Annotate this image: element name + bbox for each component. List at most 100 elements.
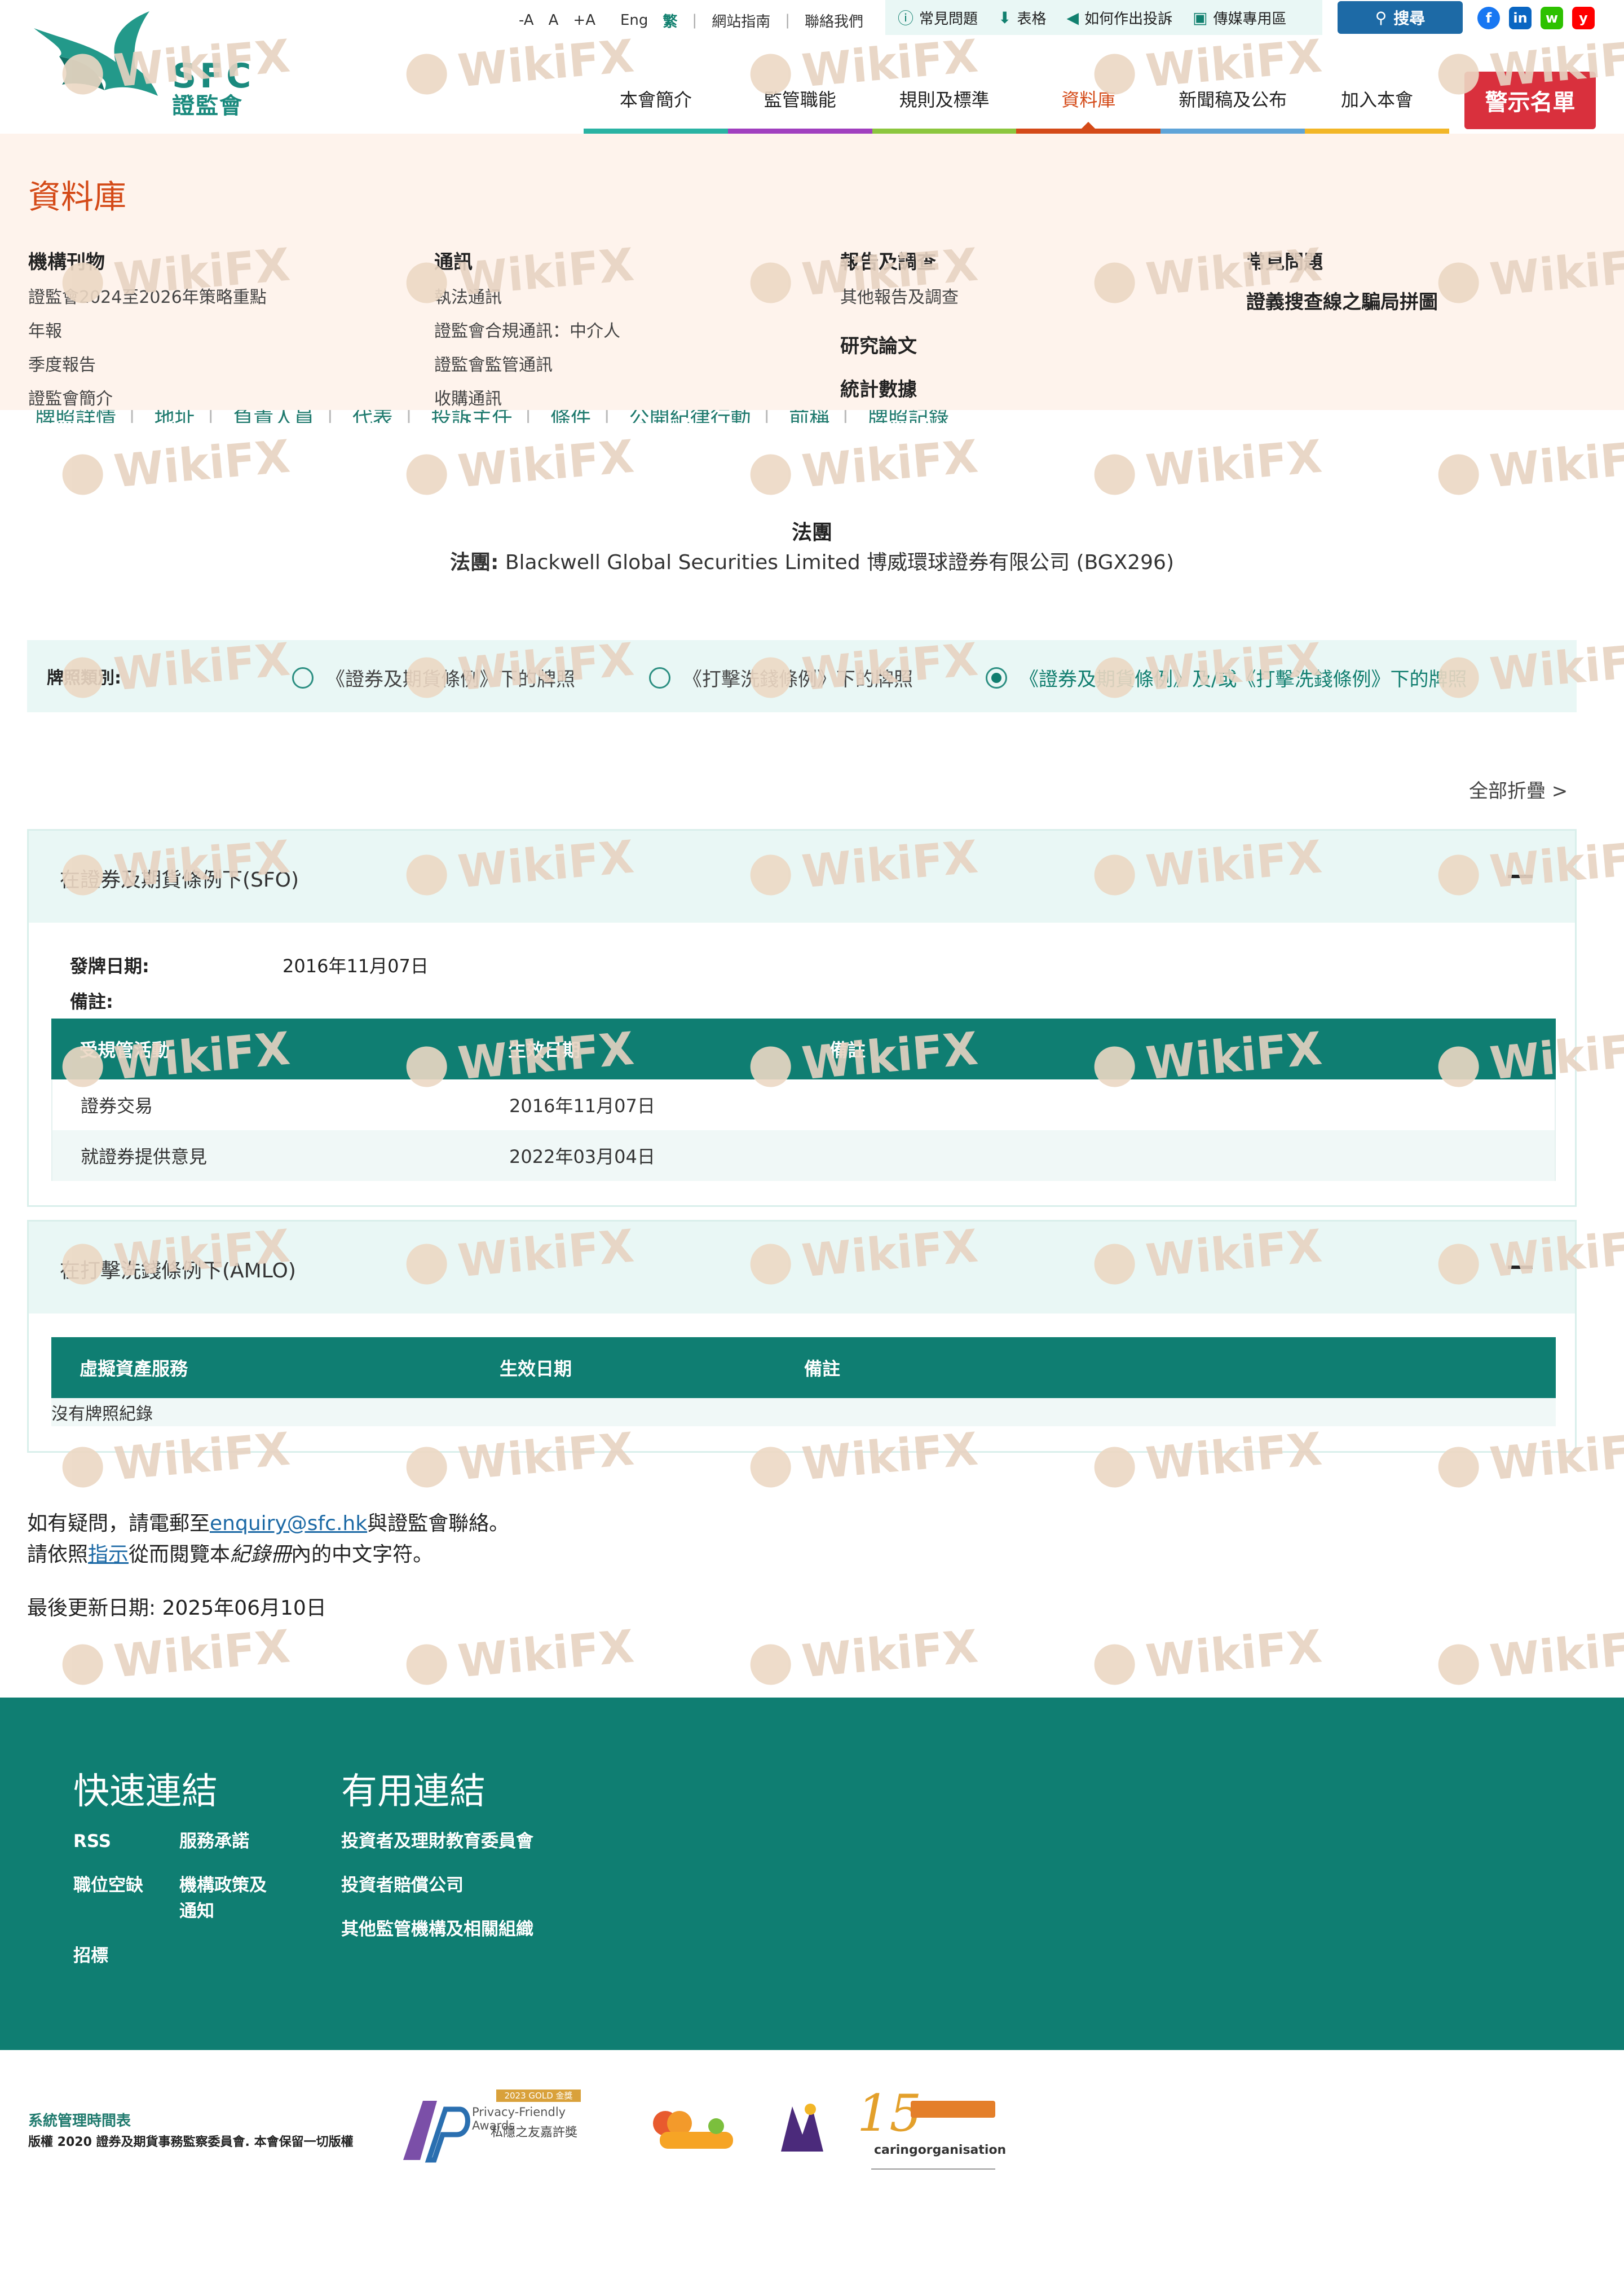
nav-about[interactable]: 本會簡介 bbox=[584, 69, 728, 134]
entity-kind: 法團 bbox=[791, 521, 832, 544]
radio-circle-icon[interactable] bbox=[649, 667, 670, 689]
megaphone-icon: ◀ bbox=[1066, 8, 1079, 27]
font-larger-button[interactable]: +A bbox=[573, 12, 595, 29]
entity-line: 法團: Blackwell Global Securities Limited … bbox=[0, 546, 1624, 575]
alert-list-button[interactable]: 警示名單 bbox=[1464, 72, 1596, 129]
collapse-icon[interactable] bbox=[1508, 875, 1533, 878]
footer-link-ifec[interactable]: 投資者及理財教育委員會 bbox=[341, 1828, 533, 1854]
caring-ribbon bbox=[911, 2101, 995, 2118]
library-link[interactable]: 證監會簡介 bbox=[28, 388, 267, 422]
amlo-section-header[interactable]: 在打擊洗錢條例下(AMLO) bbox=[29, 1222, 1575, 1313]
radio-circle-icon[interactable] bbox=[292, 667, 314, 689]
nav-bar bbox=[872, 129, 1017, 134]
library-link[interactable]: 證監會監管通訊 bbox=[434, 354, 620, 388]
radio-amlo[interactable]: 《打擊洗錢條例》下的牌照 bbox=[649, 664, 913, 691]
pcpd-zh: 私隱之友嘉許獎 bbox=[491, 2126, 578, 2140]
forms-link[interactable]: ⬇ 表格 bbox=[998, 7, 1046, 28]
library-link[interactable]: 證義搜查線之騙局拼圖 bbox=[1246, 286, 1438, 314]
nav-library[interactable]: 資料庫 bbox=[1016, 69, 1161, 134]
nav-rules[interactable]: 規則及標準 bbox=[872, 69, 1017, 134]
sfo-section-header[interactable]: 在證券及期貨條例下(SFO) bbox=[29, 831, 1575, 923]
footer-link-policies[interactable]: 機構政策及 通知 bbox=[179, 1872, 267, 1924]
wikifx-watermark: WikiFX bbox=[60, 1620, 292, 1692]
col-header: 生效日期 bbox=[500, 1358, 572, 1379]
sfc-logo[interactable]: SFC 證監會 bbox=[31, 6, 257, 119]
amlo-table: 虛擬資產服務 生效日期 備註 沒有牌照紀錄 bbox=[51, 1337, 1556, 1426]
watermark-text: WikiFX bbox=[456, 1620, 636, 1688]
footer-link-regulators[interactable]: 其他監管機構及相關組織 bbox=[341, 1916, 533, 1942]
footer-link-pledge[interactable]: 服務承諾 bbox=[179, 1828, 249, 1854]
note-text: 請依照 bbox=[27, 1543, 89, 1566]
watermark-text: WikiFX bbox=[800, 1620, 980, 1688]
library-head[interactable]: 機構刊物 bbox=[28, 246, 267, 274]
wechat-icon[interactable]: w bbox=[1541, 7, 1563, 29]
mpf-badge bbox=[775, 2095, 829, 2163]
library-link[interactable]: 執法通訊 bbox=[434, 286, 620, 320]
watermark-text: WikiFX bbox=[1144, 430, 1324, 498]
font-normal-button[interactable]: A bbox=[549, 12, 559, 29]
radio-sfo-amlo[interactable]: 《證券及期貨條例》及/或《打擊洗錢條例》下的牌照 bbox=[986, 664, 1467, 691]
faq-link[interactable]: ⓘ 常見問題 bbox=[898, 6, 978, 29]
date-cell: 2016年11月07日 bbox=[509, 1095, 655, 1117]
watermark-text: WikiFX bbox=[112, 430, 292, 498]
nav-news[interactable]: 新聞稿及公布 bbox=[1160, 69, 1305, 134]
library-head[interactable]: 常見問題 bbox=[1246, 246, 1438, 274]
radio-sfo[interactable]: 《證券及期貨條例》下的牌照 bbox=[292, 664, 575, 691]
search-button[interactable]: ⚲ 搜尋 bbox=[1338, 1, 1463, 34]
search-icon: ⚲ bbox=[1375, 8, 1387, 27]
facebook-icon[interactable]: f bbox=[1477, 7, 1500, 29]
nav-bar bbox=[1160, 129, 1305, 134]
contact-link[interactable]: 聯絡我們 bbox=[805, 10, 863, 31]
caring-text: caringorganisation bbox=[874, 2143, 1007, 2157]
library-col-publications: 機構刊物 證監會2024至2026年策略重點 年報 季度報告 證監會簡介 bbox=[28, 246, 267, 422]
media-link[interactable]: ▣ 傳媒專用區 bbox=[1193, 7, 1286, 28]
nav-bar bbox=[1305, 129, 1449, 134]
logo-text: SFC 證監會 bbox=[172, 59, 254, 119]
youtube-icon[interactable]: y bbox=[1572, 7, 1595, 29]
footer-link-careers[interactable]: 職位空缺 bbox=[73, 1872, 143, 1898]
col-header: 備註 bbox=[804, 1358, 841, 1379]
wikifx-watermark: WikiFX bbox=[60, 430, 292, 502]
library-link[interactable]: 季度報告 bbox=[28, 354, 267, 388]
nav-regulatory[interactable]: 監管職能 bbox=[727, 69, 872, 134]
linkedin-icon[interactable]: in bbox=[1509, 7, 1532, 29]
system-schedule-link[interactable]: 系統管理時間表 bbox=[28, 2109, 131, 2130]
library-head[interactable]: 報告及調查 bbox=[840, 246, 959, 274]
collapse-all-link[interactable]: 全部折疊 > bbox=[1469, 775, 1568, 803]
library-link[interactable]: 其他報告及調查 bbox=[840, 286, 959, 320]
collapse-icon[interactable] bbox=[1508, 1266, 1533, 1269]
footer-link-rss[interactable]: RSS bbox=[73, 1828, 111, 1854]
library-link[interactable]: 收購通訊 bbox=[434, 388, 620, 422]
lang-eng-link[interactable]: Eng bbox=[620, 12, 648, 29]
lang-trad-link[interactable]: 繁 bbox=[663, 10, 677, 31]
library-link[interactable]: 年報 bbox=[28, 320, 267, 354]
library-link[interactable]: 證監會2024至2026年策略重點 bbox=[28, 286, 267, 320]
caring-divider bbox=[871, 2168, 995, 2170]
col-header: 生效日期 bbox=[508, 1039, 581, 1061]
divider: | bbox=[692, 12, 698, 29]
empty-message: 沒有牌照紀錄 bbox=[51, 1404, 153, 1424]
sitemap-link[interactable]: 網站指南 bbox=[712, 10, 770, 31]
library-link[interactable]: 證監會合規通訊：中介人 bbox=[434, 320, 620, 354]
library-head[interactable]: 研究論文 bbox=[840, 330, 959, 358]
footer-link-tenders[interactable]: 招標 bbox=[73, 1943, 108, 1969]
nav-label: 新聞稿及公布 bbox=[1179, 89, 1287, 111]
library-head[interactable]: 統計數據 bbox=[840, 374, 959, 402]
watermark-logo-icon bbox=[748, 1642, 793, 1686]
guide-link[interactable]: 指示 bbox=[88, 1543, 129, 1566]
activity-cell: 就證券提供意見 bbox=[81, 1146, 208, 1167]
library-head[interactable]: 通訊 bbox=[434, 246, 620, 274]
useful-links-heading: 有用連結 bbox=[341, 1771, 486, 1813]
watermark-text: WikiFX bbox=[1144, 1620, 1324, 1688]
email-link[interactable]: enquiry@sfc.hk bbox=[210, 1512, 367, 1535]
footer-link-icc[interactable]: 投資者賠償公司 bbox=[341, 1872, 464, 1898]
font-smaller-button[interactable]: -A bbox=[519, 12, 534, 29]
complaint-link[interactable]: ◀ 如何作出投訴 bbox=[1067, 7, 1173, 28]
note-text: 與證監會聯絡。 bbox=[367, 1512, 510, 1535]
nav-careers[interactable]: 加入本會 bbox=[1305, 69, 1449, 134]
caring-org-badge: 15 caringorganisation bbox=[857, 2084, 1009, 2185]
watermark-text: WikiFX bbox=[1488, 430, 1624, 498]
sfo-section-title: 在證券及期貨條例下(SFO) bbox=[60, 869, 299, 892]
radio-selected-icon[interactable] bbox=[986, 667, 1007, 689]
nav-bar bbox=[1016, 129, 1161, 134]
